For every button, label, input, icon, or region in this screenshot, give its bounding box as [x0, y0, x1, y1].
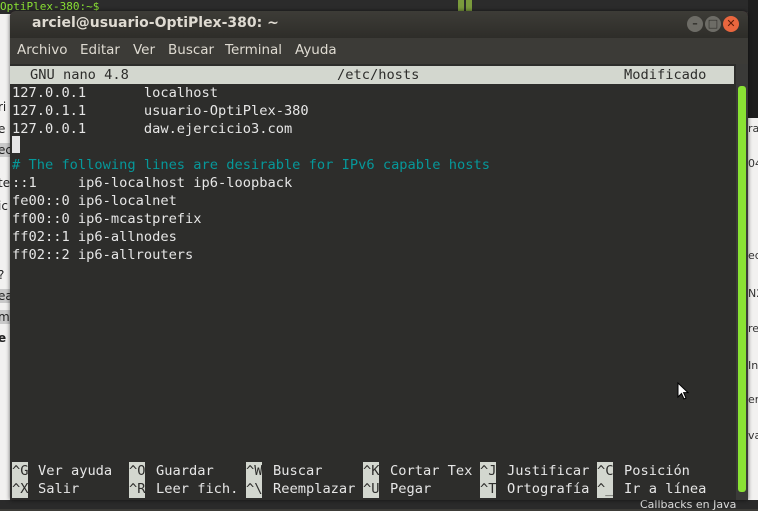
bg-text-fragment: e	[0, 122, 6, 136]
shortcut-key: ^T	[480, 480, 497, 498]
shortcut-key: ^K	[363, 462, 380, 480]
file-line: 127.0.0.1 localhost	[12, 85, 219, 101]
shortcut-label[interactable]: Pegar	[390, 480, 431, 498]
nano-version: GNU nano 4.8	[30, 67, 129, 83]
file-line: 127.0.0.1 daw.ejercicio3.com	[12, 121, 293, 137]
menu-ayuda[interactable]: Ayuda	[295, 42, 337, 58]
shortcut-label[interactable]: Posición	[624, 462, 690, 480]
bg-text-fragment: e	[0, 331, 7, 345]
menu-archivo[interactable]: Archivo	[17, 42, 67, 58]
shortcut-label[interactable]: Cortar Tex	[390, 462, 472, 480]
bg-text-fragment: N2	[748, 287, 758, 300]
minimize-button[interactable]: –	[687, 16, 703, 32]
shortcut-label[interactable]: Guardar	[156, 462, 214, 480]
shortcut-key: ^J	[480, 462, 497, 480]
shortcut-key: ^O	[129, 462, 146, 480]
bg-text-fragment: ri	[0, 100, 7, 114]
bg-text-fragment: ic	[0, 199, 8, 213]
file-line: ff00::0 ip6-mcastprefix	[12, 211, 202, 227]
shortcut-key: ^R	[129, 480, 146, 498]
shortcut-key: ^\	[246, 480, 263, 498]
bg-text-fragment: In	[748, 359, 758, 372]
shortcut-label[interactable]: Leer fich.	[156, 480, 238, 498]
shortcut-key: ^C	[597, 462, 614, 480]
shortcut-label[interactable]: Buscar	[273, 462, 322, 480]
shortcut-key: ^W	[246, 462, 263, 480]
menu-bar: Archivo Editar Ver Buscar Terminal Ayuda	[10, 38, 748, 64]
menu-buscar[interactable]: Buscar	[168, 42, 214, 58]
background-window-right: ra 04 ed N2 re In er va	[748, 0, 758, 509]
shortcut-key: ^X	[12, 480, 29, 498]
scrollbar-thumb[interactable]	[738, 86, 746, 492]
file-line: fe00::0 ip6-localnet	[12, 193, 177, 209]
menu-ver[interactable]: Ver	[133, 42, 155, 58]
mouse-pointer-icon	[677, 382, 689, 400]
menu-terminal[interactable]: Terminal	[225, 42, 282, 58]
shortcut-key: ^U	[363, 480, 380, 498]
bg-text-fragment: 04	[748, 157, 758, 170]
close-button[interactable]: ✕	[723, 16, 739, 32]
window-title: arciel@usuario-OptiPlex-380: ~	[32, 15, 279, 31]
file-line: ::1 ip6-localhost ip6-loopback	[12, 175, 293, 191]
shortcut-label[interactable]: Ir a línea	[624, 480, 706, 498]
shortcut-label[interactable]: Ver ayuda	[38, 462, 112, 480]
file-line: ff02::2 ip6-allrouters	[12, 247, 194, 263]
terminal-window: arciel@usuario-OptiPlex-380: ~ – □ ✕ Arc…	[10, 11, 748, 500]
bg-text-fragment: ?	[0, 268, 4, 282]
file-line: ff02::1 ip6-allnodes	[12, 229, 177, 245]
nano-filename: /etc/hosts	[337, 67, 420, 83]
shortcut-label[interactable]: Ortografía	[507, 480, 589, 498]
file-line: 127.0.1.1 usuario-OptiPlex-380	[12, 103, 309, 119]
nano-header: GNU nano 4.8 /etc/hosts Modificado	[10, 66, 734, 84]
text-cursor	[12, 136, 20, 153]
scrollbar[interactable]	[736, 64, 748, 500]
bg-text-fragment: ra	[748, 122, 758, 135]
bg-text-fragment: va	[748, 429, 758, 442]
nano-status: Modificado	[624, 67, 707, 83]
shortcut-key: ^G	[12, 462, 29, 480]
maximize-button[interactable]: □	[705, 16, 721, 32]
shortcut-label[interactable]: Salir	[38, 480, 79, 498]
bg-text-fragment: ed	[748, 249, 758, 262]
menu-editar[interactable]: Editar	[80, 42, 120, 58]
title-bar[interactable]: arciel@usuario-OptiPlex-380: ~ – □ ✕	[10, 11, 748, 38]
shortcut-label[interactable]: Justificar	[507, 462, 589, 480]
terminal-content[interactable]: GNU nano 4.8 /etc/hosts Modificado 127.0…	[10, 64, 736, 500]
shortcut-label[interactable]: Reemplazar	[273, 480, 355, 498]
bg-text-fragment: te	[0, 176, 11, 190]
bg-text-fragment: er	[748, 393, 758, 406]
file-line-comment: # The following lines are desirable for …	[12, 157, 490, 173]
shortcut-key: ^_	[597, 480, 614, 498]
bg-text-fragment: re	[748, 322, 758, 335]
